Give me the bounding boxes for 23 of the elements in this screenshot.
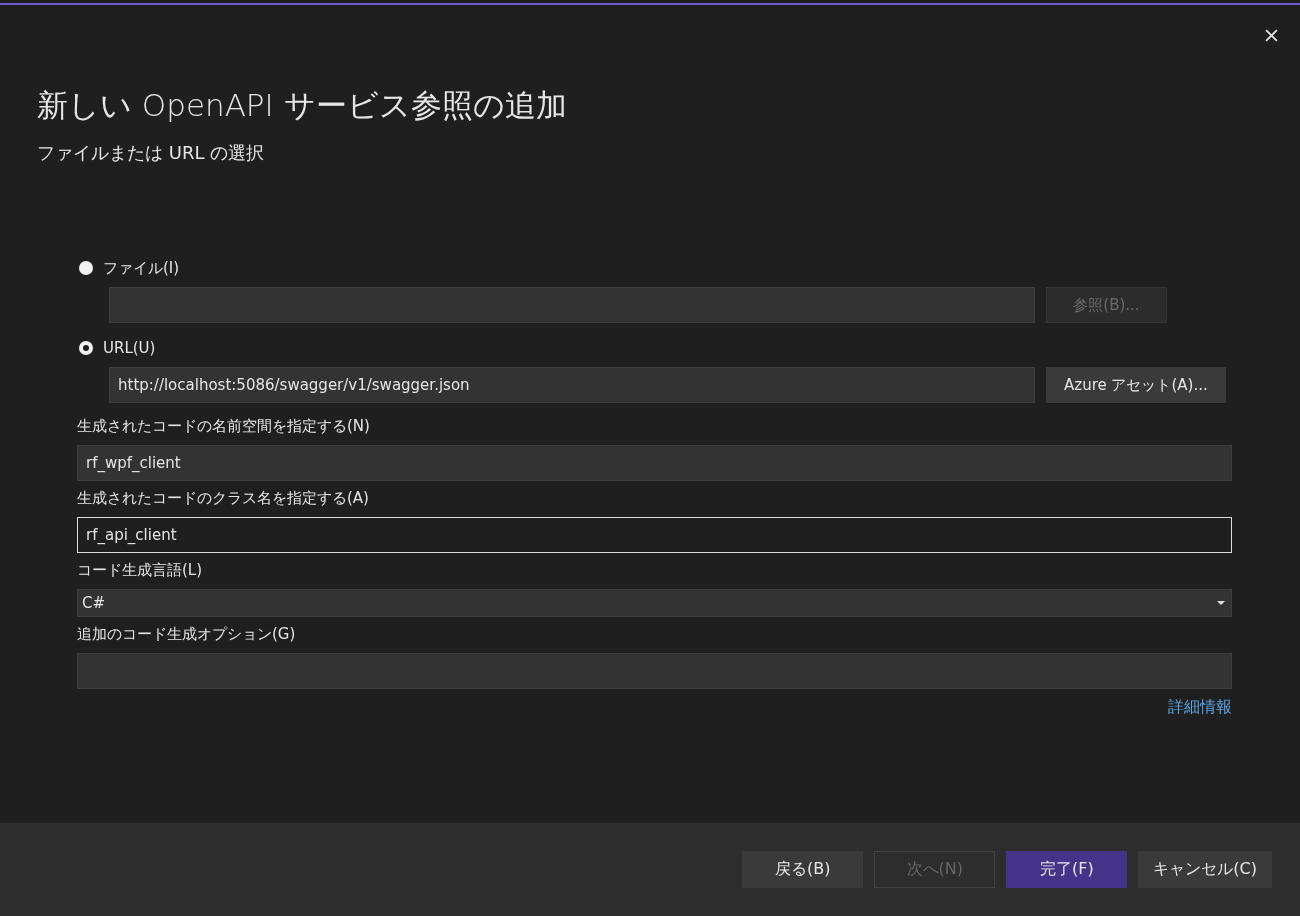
radio-label: URL(U) [103, 339, 156, 357]
more-info-link[interactable]: 詳細情報 [1168, 697, 1232, 718]
dropdown[interactable]: C# [77, 589, 1232, 617]
field-label: 追加のコード生成オプション(G) [77, 625, 297, 645]
radio-button[interactable] [79, 341, 93, 355]
radio-button[interactable] [79, 261, 93, 275]
dialog-subtitle: ファイルまたは URL の選択 [37, 141, 266, 165]
input-field[interactable] [109, 287, 1035, 323]
input-field[interactable] [77, 653, 1232, 689]
radio-label: ファイル(I) [103, 258, 180, 278]
browse-button[interactable]: Azure アセット(A)... [1046, 367, 1226, 403]
dialog-button[interactable]: キャンセル(C) [1138, 851, 1272, 888]
dialog-button[interactable]: 完了(F) [1006, 851, 1128, 888]
close-icon[interactable] [1265, 29, 1278, 42]
input-field[interactable]: rf_api_client [77, 517, 1232, 553]
field-label: コード生成言語(L) [77, 561, 204, 581]
caret-icon [1217, 601, 1225, 605]
field-label: 生成されたコードのクラス名を指定する(A) [77, 489, 370, 509]
dialog-button[interactable]: 戻る(B) [742, 851, 864, 888]
input-field[interactable]: rf_wpf_client [77, 445, 1232, 481]
dialog-title: 新しい OpenAPI サービス参照の追加 [37, 86, 568, 125]
input-field[interactable]: http://localhost:5086/swagger/v1/swagger.json [109, 367, 1035, 403]
field-label: 生成されたコードの名前空間を指定する(N) [77, 417, 371, 437]
